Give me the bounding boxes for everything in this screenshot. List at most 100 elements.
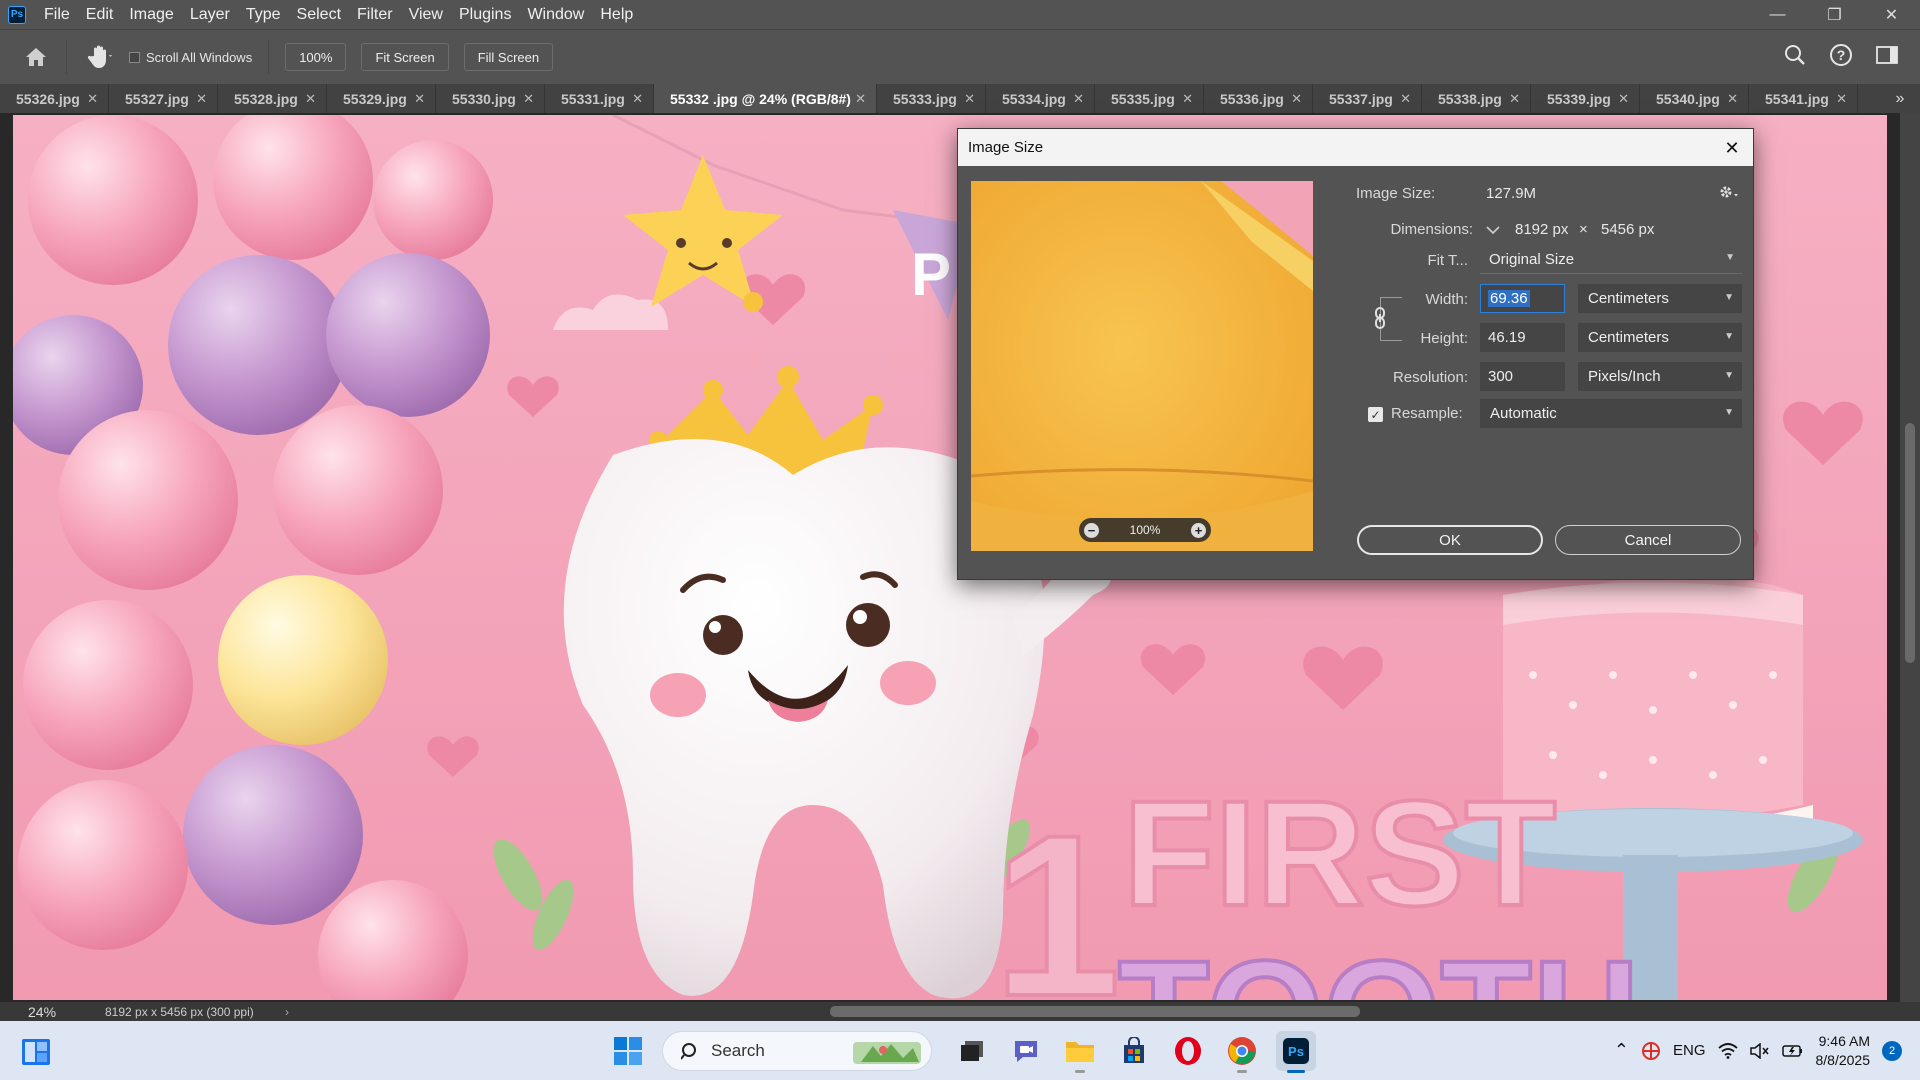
tabs-overflow-icon[interactable]: » bbox=[1880, 84, 1920, 113]
home-icon[interactable] bbox=[22, 43, 50, 71]
taskbar-clock[interactable]: 9:46 AM 8/8/2025 bbox=[1816, 1032, 1871, 1070]
tab-close-icon[interactable]: ✕ bbox=[1073, 91, 1084, 107]
resolution-input[interactable]: 300 bbox=[1480, 362, 1565, 391]
wifi-icon[interactable] bbox=[1717, 1042, 1738, 1059]
dimensions-unit-chevron-icon[interactable] bbox=[1484, 220, 1504, 240]
horizontal-scroll-thumb[interactable] bbox=[830, 1006, 1360, 1017]
menu-type[interactable]: Type bbox=[238, 0, 289, 29]
tab-close-icon[interactable]: ✕ bbox=[196, 91, 207, 107]
zoom-out-icon[interactable]: − bbox=[1084, 522, 1099, 538]
tab-55336[interactable]: 55336.jpg ✕ bbox=[1204, 84, 1313, 113]
vertical-scroll-thumb[interactable] bbox=[1905, 423, 1915, 663]
tab-55341[interactable]: 55341.jpg ✕ bbox=[1749, 84, 1858, 113]
meet-video-icon[interactable] bbox=[1006, 1031, 1046, 1071]
scroll-all-windows-checkbox[interactable]: Scroll All Windows bbox=[129, 50, 252, 65]
menu-layer[interactable]: Layer bbox=[182, 0, 238, 29]
taskbar-search-box[interactable]: Search bbox=[662, 1031, 932, 1071]
tab-close-icon[interactable]: ✕ bbox=[305, 91, 316, 107]
tab-close-icon[interactable]: ✕ bbox=[87, 91, 98, 107]
resample-dropdown[interactable]: Automatic ▼ bbox=[1480, 399, 1742, 428]
language-indicator[interactable]: ENG bbox=[1673, 1042, 1706, 1059]
menu-window[interactable]: Window bbox=[519, 0, 592, 29]
cancel-button[interactable]: Cancel bbox=[1555, 525, 1741, 555]
tab-close-icon[interactable]: ✕ bbox=[1291, 91, 1302, 107]
menu-edit[interactable]: Edit bbox=[78, 0, 122, 29]
zoom-100-button[interactable]: 100% bbox=[285, 43, 347, 71]
tray-chevron-up-icon[interactable]: ⌃ bbox=[1614, 1040, 1629, 1061]
tab-close-icon[interactable]: ✕ bbox=[523, 91, 534, 107]
tab-55330[interactable]: 55330.jpg ✕ bbox=[436, 84, 545, 113]
task-view-icon[interactable] bbox=[952, 1031, 992, 1071]
volume-muted-icon[interactable] bbox=[1749, 1042, 1770, 1059]
tab-close-icon[interactable]: ✕ bbox=[964, 91, 975, 107]
notification-badge[interactable]: 2 bbox=[1882, 1040, 1902, 1061]
workspace-icon[interactable] bbox=[1874, 42, 1900, 68]
tab-55338[interactable]: 55338.jpg ✕ bbox=[1422, 84, 1531, 113]
vertical-scrollbar[interactable] bbox=[1900, 113, 1920, 1002]
scroll-all-windows-box[interactable] bbox=[129, 51, 140, 63]
width-input[interactable]: 69.36 bbox=[1480, 284, 1565, 313]
tab-55340[interactable]: 55340.jpg ✕ bbox=[1640, 84, 1749, 113]
resolution-unit-dropdown[interactable]: Pixels/Inch ▼ bbox=[1578, 362, 1742, 391]
tab-55327[interactable]: 55327.jpg ✕ bbox=[109, 84, 218, 113]
ok-button[interactable]: OK bbox=[1357, 525, 1543, 555]
width-unit-dropdown[interactable]: Centimeters ▼ bbox=[1578, 284, 1742, 313]
windows-start-icon[interactable] bbox=[608, 1031, 648, 1071]
photoshop-logo-icon[interactable]: Ps bbox=[8, 5, 26, 24]
tab-close-icon[interactable]: ✕ bbox=[632, 91, 643, 107]
tab-close-icon[interactable]: ✕ bbox=[1182, 91, 1193, 107]
menu-filter[interactable]: Filter bbox=[349, 0, 401, 29]
restore-icon[interactable]: ❐ bbox=[1806, 0, 1863, 29]
tab-close-icon[interactable]: ✕ bbox=[414, 91, 425, 107]
menu-help[interactable]: Help bbox=[592, 0, 641, 29]
tab-close-icon[interactable]: ✕ bbox=[1727, 91, 1738, 107]
dialog-close-icon[interactable]: ✕ bbox=[1721, 137, 1743, 159]
hand-tool-icon[interactable] bbox=[83, 42, 117, 72]
tab-55334[interactable]: 55334.jpg ✕ bbox=[986, 84, 1095, 113]
minimize-icon[interactable]: — bbox=[1749, 0, 1806, 29]
menu-select[interactable]: Select bbox=[289, 0, 349, 29]
chrome-icon[interactable] bbox=[1222, 1031, 1262, 1073]
height-input[interactable]: 46.19 bbox=[1480, 323, 1565, 352]
menu-file[interactable]: File bbox=[36, 0, 78, 29]
tab-55331[interactable]: 55331.jpg ✕ bbox=[545, 84, 654, 113]
tab-55339[interactable]: 55339.jpg ✕ bbox=[1531, 84, 1640, 113]
status-menu-icon[interactable]: › bbox=[285, 1005, 315, 1019]
battery-charging-icon[interactable] bbox=[1781, 1043, 1804, 1059]
dialog-preview[interactable]: − 100% + bbox=[971, 181, 1313, 551]
tab-55329[interactable]: 55329.jpg ✕ bbox=[327, 84, 436, 113]
tab-close-icon[interactable]: ✕ bbox=[1400, 91, 1411, 107]
tab-close-icon[interactable]: ✕ bbox=[1836, 91, 1847, 107]
help-icon[interactable]: ? bbox=[1828, 42, 1854, 68]
resample-checkbox[interactable]: ✓ bbox=[1368, 407, 1383, 422]
menu-plugins[interactable]: Plugins bbox=[451, 0, 519, 29]
horizontal-scrollbar[interactable] bbox=[320, 1006, 1900, 1017]
tab-close-icon[interactable]: ✕ bbox=[1618, 91, 1629, 107]
microsoft-store-icon[interactable] bbox=[1114, 1031, 1154, 1071]
settings-gear-icon[interactable] bbox=[1718, 183, 1740, 203]
tab-55332-active[interactable]: 55332 .jpg @ 24% (RGB/8#) ✕ bbox=[654, 84, 877, 113]
tab-55335[interactable]: 55335.jpg ✕ bbox=[1095, 84, 1204, 113]
search-icon[interactable] bbox=[1782, 42, 1808, 68]
tab-55337[interactable]: 55337.jpg ✕ bbox=[1313, 84, 1422, 113]
menu-view[interactable]: View bbox=[401, 0, 451, 29]
tab-55333[interactable]: 55333.jpg ✕ bbox=[877, 84, 986, 113]
menu-image[interactable]: Image bbox=[121, 0, 181, 29]
photoshop-taskbar-icon[interactable]: Ps bbox=[1276, 1031, 1316, 1073]
tab-close-icon[interactable]: ✕ bbox=[855, 91, 866, 107]
fit-to-dropdown[interactable]: Original Size ▼ bbox=[1480, 245, 1742, 274]
fit-screen-button[interactable]: Fit Screen bbox=[361, 43, 449, 71]
widgets-icon[interactable] bbox=[20, 1037, 52, 1067]
tab-55326[interactable]: 55326.jpg ✕ bbox=[0, 84, 109, 113]
status-zoom[interactable]: 24% bbox=[0, 1004, 65, 1020]
zoom-in-icon[interactable]: + bbox=[1190, 522, 1206, 538]
link-icon[interactable] bbox=[1373, 307, 1387, 329]
tab-55328[interactable]: 55328.jpg ✕ bbox=[218, 84, 327, 113]
vpn-shield-icon[interactable] bbox=[1641, 1041, 1661, 1061]
tab-close-icon[interactable]: ✕ bbox=[1509, 91, 1520, 107]
fill-screen-button[interactable]: Fill Screen bbox=[463, 43, 554, 71]
close-window-icon[interactable]: ✕ bbox=[1863, 0, 1920, 29]
file-explorer-icon[interactable] bbox=[1060, 1031, 1100, 1073]
opera-icon[interactable] bbox=[1168, 1031, 1208, 1071]
height-unit-dropdown[interactable]: Centimeters ▼ bbox=[1578, 323, 1742, 352]
